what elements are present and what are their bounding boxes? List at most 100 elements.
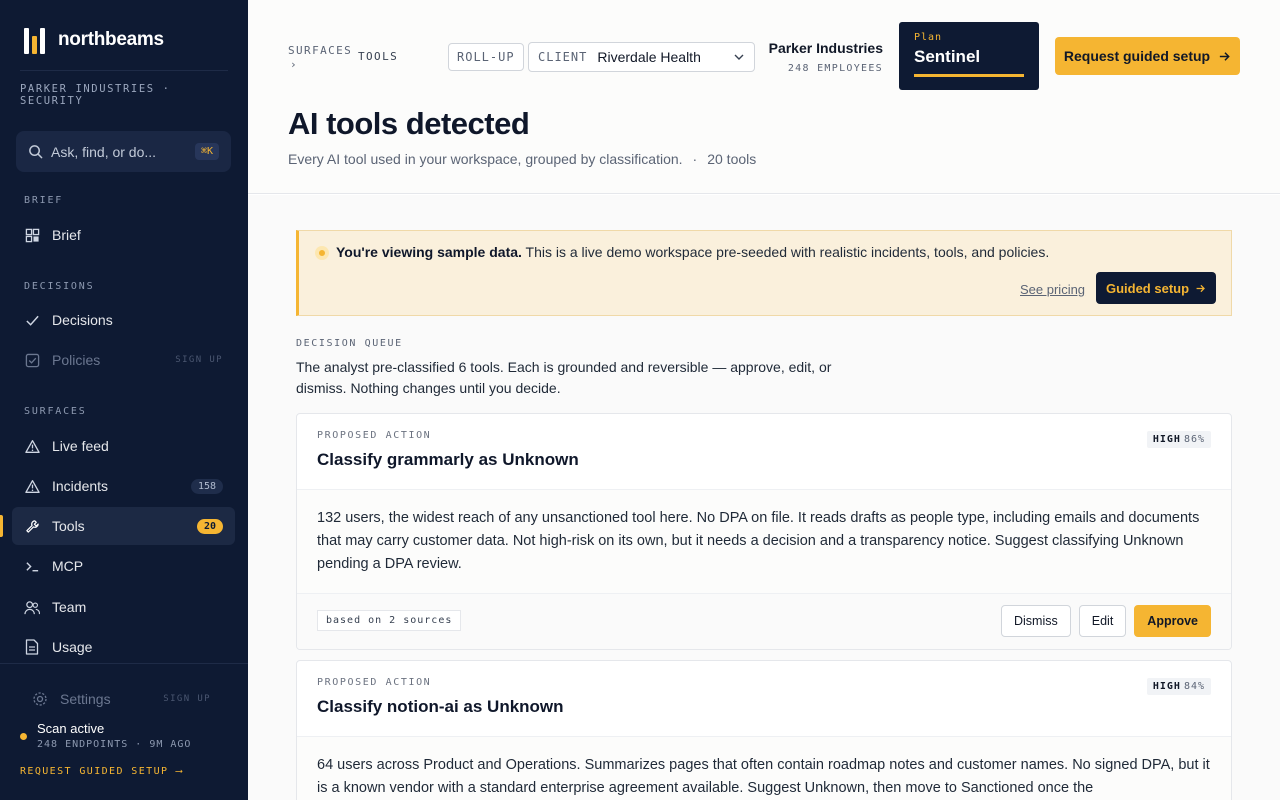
sidebar-item-brief[interactable]: Brief — [12, 216, 235, 254]
scan-status-dot-icon — [20, 733, 27, 740]
rollup-toggle[interactable]: ROLL-UP — [448, 43, 524, 71]
sidebar-item-label: Brief — [52, 227, 81, 243]
sidebar-item-incidents[interactable]: Incidents 158 — [12, 467, 235, 505]
sidebar-item-label: Decisions — [52, 312, 113, 328]
breadcrumb-surfaces[interactable]: SURFACES — [288, 44, 352, 57]
confidence-pct: 86% — [1183, 434, 1205, 445]
client-value: Riverdale Health — [597, 49, 701, 65]
sidebar-item-label: Settings — [60, 691, 111, 707]
signup-tag: SIGN UP — [175, 355, 223, 365]
plan-underline — [914, 74, 1024, 77]
sources-tag[interactable]: based on 2 sources — [317, 610, 462, 631]
plan-label: Plan — [914, 32, 943, 43]
banner-text: You're viewing sample data. This is a li… — [336, 244, 1049, 260]
see-pricing-link[interactable]: See pricing — [1020, 282, 1085, 297]
page-subtitle: Every AI tool used in your workspace, gr… — [288, 151, 756, 167]
decision-queue-description: The analyst pre-classified 6 tools. Each… — [296, 359, 832, 396]
sidebar-item-label: Usage — [52, 639, 93, 655]
alert-triangle-icon — [24, 478, 40, 494]
brand-name: northbeams — [58, 29, 164, 50]
section-label-decisions: DECISIONS — [24, 281, 95, 292]
incidents-count-badge: 158 — [190, 478, 223, 494]
org-line: PARKER INDUSTRIES · SECURITY — [20, 70, 228, 107]
sidebar-item-label: MCP — [52, 558, 84, 574]
sidebar-item-policies[interactable]: Policies SIGN UP — [12, 341, 235, 379]
plan-value: Sentinel — [914, 47, 981, 66]
card-header: PROPOSED ACTION Classify grammarly as Un… — [297, 414, 1231, 490]
guided-setup-button[interactable]: Guided setup — [1096, 272, 1216, 304]
approve-button[interactable]: Approve — [1134, 605, 1211, 637]
decision-card: PROPOSED ACTION Classify grammarly as Un… — [296, 413, 1232, 650]
decision-queue-label: DECISION QUEUE — [296, 338, 403, 349]
main-content: You're viewing sample data. This is a li… — [248, 195, 1280, 800]
scan-sub: 248 ENDPOINTS · 9M AGO — [37, 739, 192, 750]
checkbox-icon — [24, 352, 40, 368]
warning-icon — [24, 438, 40, 454]
sidebar-item-usage[interactable]: Usage — [12, 628, 235, 666]
decision-card: PROPOSED ACTION Classify notion-ai as Un… — [296, 660, 1232, 800]
dismiss-button[interactable]: Dismiss — [1001, 605, 1071, 637]
guided-setup-label: Guided setup — [1105, 280, 1190, 296]
sidebar-item-settings[interactable]: Settings SIGN UP — [20, 680, 223, 718]
sidebar-footer-divider — [0, 663, 248, 664]
card-header: PROPOSED ACTION Classify notion-ai as Un… — [297, 661, 1231, 737]
card-title: Classify grammarly as Unknown — [317, 450, 579, 469]
confidence-badge: HIGH 84% — [1146, 678, 1211, 695]
sidebar-item-team[interactable]: Team — [12, 588, 235, 626]
sidebar: northbeams PARKER INDUSTRIES · SECURITY … — [0, 0, 248, 800]
breadcrumb: SURFACES › — [288, 44, 352, 71]
search-placeholder: Ask, find, or do... — [51, 143, 157, 160]
company-info: Parker Industries 248 EMPLOYEES — [769, 40, 883, 74]
page-header: SURFACES › TOOLS ROLL-UP CLIENT Riverdal… — [248, 0, 1280, 194]
logo[interactable]: northbeams — [24, 26, 164, 54]
wrench-icon — [24, 518, 40, 534]
card-actions: Dismiss Edit Approve — [1001, 605, 1211, 637]
active-indicator — [0, 515, 3, 537]
request-guided-setup-label: Request guided setup — [1063, 48, 1211, 64]
breadcrumb-tools: TOOLS — [358, 50, 399, 63]
sidebar-item-decisions[interactable]: Decisions — [12, 301, 235, 339]
card-kicker: PROPOSED ACTION — [317, 430, 432, 441]
confidence-level: HIGH — [1152, 681, 1181, 692]
request-guided-setup-link[interactable]: REQUEST GUIDED SETUP ⟶ — [20, 766, 183, 777]
search-icon — [29, 145, 43, 159]
banner-bold: You're viewing sample data. — [336, 244, 522, 260]
breadcrumb-separator-icon: › — [290, 58, 299, 71]
client-select[interactable]: CLIENT Riverdale Health — [528, 42, 755, 72]
tools-count-badge: 20 — [196, 518, 223, 534]
logo-mark-icon — [24, 26, 48, 54]
sidebar-item-label: Incidents — [52, 478, 109, 494]
check-icon — [24, 312, 40, 328]
plan-card[interactable]: Plan Sentinel — [899, 22, 1039, 90]
subtitle-separator: · — [692, 151, 698, 167]
card-kicker: PROPOSED ACTION — [317, 677, 432, 688]
sidebar-item-mcp[interactable]: MCP — [12, 547, 235, 585]
users-icon — [24, 599, 40, 615]
sidebar-item-label: Policies — [52, 352, 101, 368]
card-body: 64 users across Product and Operations. … — [297, 737, 1231, 800]
info-dot-icon — [315, 246, 329, 260]
company-name: Parker Industries — [768, 40, 883, 56]
grid-icon — [24, 227, 40, 243]
banner-body: This is a live demo workspace pre-seeded… — [521, 244, 1050, 260]
request-guided-setup-button[interactable]: Request guided setup — [1055, 37, 1240, 75]
sidebar-item-live-feed[interactable]: Live feed — [12, 427, 235, 465]
confidence-badge: HIGH 86% — [1146, 431, 1211, 448]
sidebar-item-label: Live feed — [52, 438, 109, 454]
confidence-pct: 84% — [1183, 681, 1205, 692]
page-subtitle-text: Every AI tool used in your workspace, gr… — [288, 151, 683, 167]
client-label: CLIENT — [538, 50, 588, 64]
sidebar-item-label: Tools — [52, 518, 85, 534]
scan-title: Scan active — [37, 721, 105, 736]
company-employees: 248 EMPLOYEES — [787, 63, 883, 74]
arrow-right-icon — [1219, 51, 1230, 61]
sample-data-banner: You're viewing sample data. This is a li… — [296, 230, 1232, 316]
edit-button[interactable]: Edit — [1078, 605, 1127, 637]
command-search[interactable]: Ask, find, or do... ⌘K — [16, 131, 231, 172]
arrow-right-icon — [1196, 284, 1205, 292]
scan-status: Scan active 248 ENDPOINTS · 9M AGO — [20, 721, 191, 750]
gear-icon — [32, 691, 48, 707]
sidebar-item-tools[interactable]: Tools 20 — [12, 507, 235, 545]
card-title: Classify notion-ai as Unknown — [317, 697, 564, 716]
section-label-surfaces: SURFACES — [24, 406, 87, 417]
